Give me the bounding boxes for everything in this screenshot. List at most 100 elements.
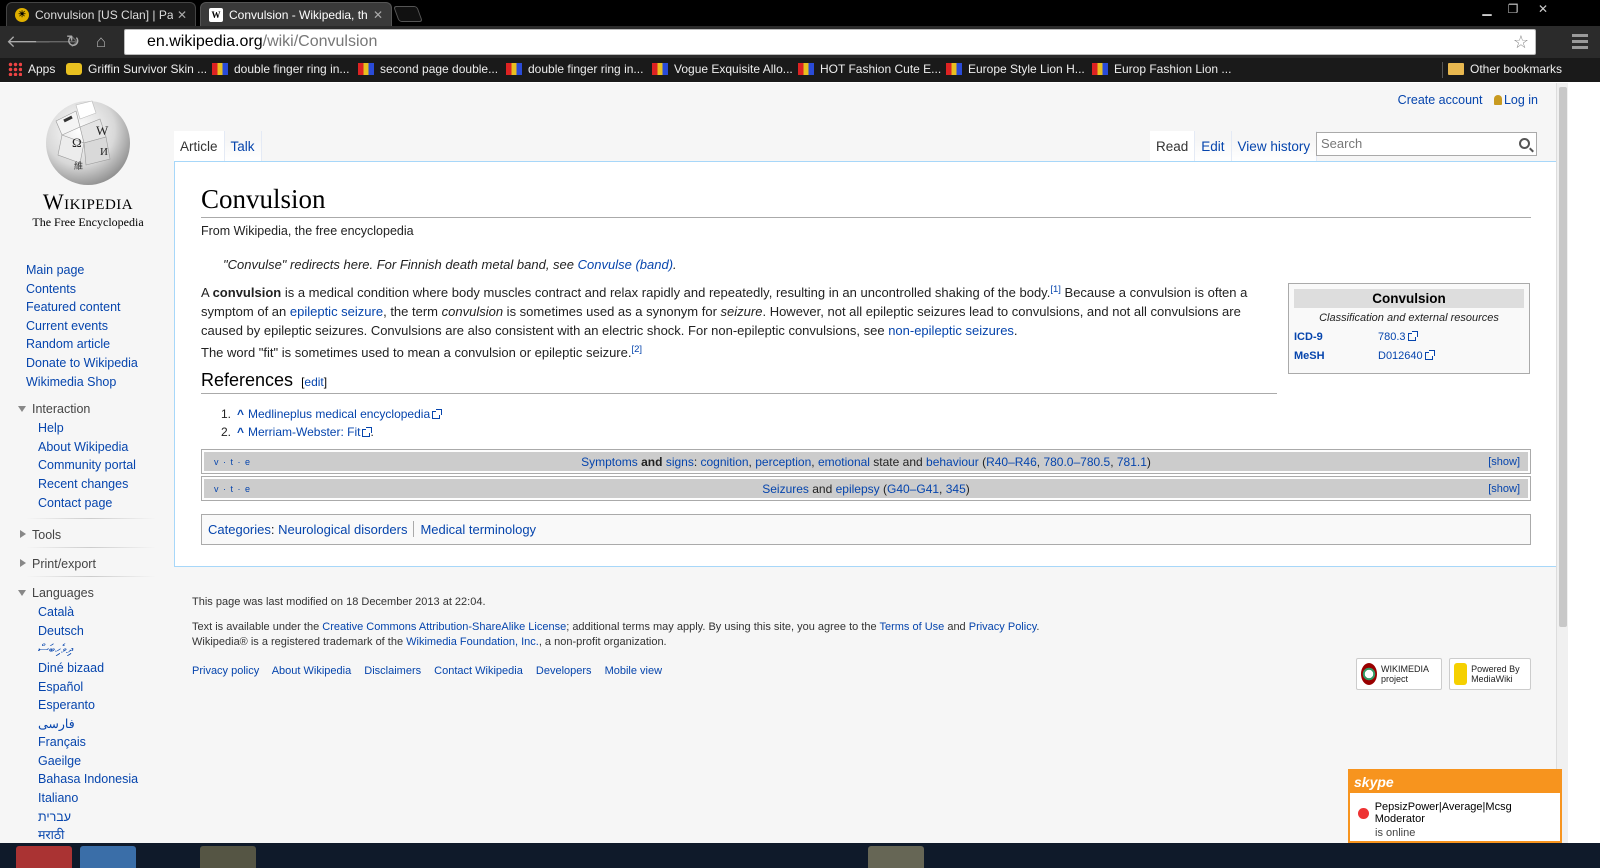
portal-interaction-toggle[interactable]: Interaction	[18, 399, 156, 419]
sidebar-item-random[interactable]: Random article	[26, 335, 156, 354]
wikipedia-logo[interactable]: W Ω И 維 Wikipedia The Free Encyclopedia	[20, 97, 156, 237]
edit-section-link[interactable]: [edit]	[301, 375, 327, 389]
citation-1[interactable]: [1]	[1050, 284, 1061, 295]
sidebar-item-help[interactable]: Help	[38, 419, 156, 438]
bookmark-apps[interactable]: Apps	[8, 62, 55, 76]
restore-icon[interactable]: ❐	[1500, 0, 1526, 18]
backlink-caret[interactable]: ^	[237, 407, 244, 421]
bookmark-item[interactable]: Vogue Exquisite Allo...	[652, 62, 793, 76]
footer-privacy-policy[interactable]: Privacy policy	[192, 665, 259, 677]
language-link[interactable]: Español	[38, 678, 156, 697]
login-link[interactable]: Log in	[1504, 93, 1538, 107]
taskbar-button[interactable]	[80, 846, 136, 868]
language-link[interactable]: עברית	[38, 808, 156, 827]
mesh-value-link[interactable]: D012640	[1378, 350, 1435, 362]
convulse-band-link[interactable]: Convulse (band)	[578, 257, 673, 272]
search-icon[interactable]	[1519, 138, 1530, 149]
sidebar-item-contact[interactable]: Contact page	[38, 494, 156, 513]
language-link[interactable]: Esperanto	[38, 696, 156, 715]
bookmark-item[interactable]: Europ Fashion Lion ...	[1092, 62, 1231, 76]
footer-contact[interactable]: Contact Wikipedia	[434, 665, 523, 677]
sidebar-item-main-page[interactable]: Main page	[26, 261, 156, 280]
language-link[interactable]: Diné bizaad	[38, 659, 156, 678]
sidebar-item-current-events[interactable]: Current events	[26, 317, 156, 336]
icd9-link[interactable]: ICD-9	[1294, 331, 1378, 343]
footer-disclaimers[interactable]: Disclaimers	[364, 665, 421, 677]
footer-mobile-view[interactable]: Mobile view	[605, 665, 662, 677]
sidebar-item-featured[interactable]: Featured content	[26, 298, 156, 317]
skype-notification[interactable]: skype PepsizPower|Average|Mcsg Moderator…	[1348, 769, 1562, 843]
footer-developers[interactable]: Developers	[536, 665, 592, 677]
reference-link[interactable]: Medlineplus medical encyclopedia	[248, 407, 430, 421]
new-tab-button[interactable]	[393, 6, 423, 22]
tab-convulsion-clan[interactable]: ☀ Convulsion [US Clan] | Pa ✕	[6, 2, 196, 26]
icd9-value-link[interactable]: 780.3	[1378, 331, 1418, 343]
language-link[interactable]: Français	[38, 733, 156, 752]
bookmark-star-icon[interactable]: ☆	[1513, 30, 1529, 54]
scrollbar-thumb[interactable]	[1559, 87, 1567, 627]
privacy-link[interactable]: Privacy Policy	[969, 621, 1037, 633]
backlink-caret[interactable]: ^	[237, 425, 244, 439]
sidebar-item-shop[interactable]: Wikimedia Shop	[26, 373, 156, 392]
bookmark-item[interactable]: double finger ring in...	[212, 62, 349, 76]
bookmark-item[interactable]: HOT Fashion Cute E...	[798, 62, 941, 76]
bookmark-item[interactable]: Griffin Survivor Skin ...	[66, 62, 207, 76]
category-link[interactable]: Medical terminology	[420, 522, 536, 537]
language-link[interactable]: Gaeilge	[38, 752, 156, 771]
home-icon[interactable]: ⌂	[90, 31, 112, 53]
portal-languages-toggle[interactable]: Languages	[18, 583, 156, 603]
vte-links[interactable]: v · t · e	[214, 457, 251, 467]
forward-icon[interactable]: 🡒	[34, 31, 80, 53]
show-toggle[interactable]: [show]	[1488, 483, 1520, 495]
mediawiki-badge[interactable]: Powered By MediaWiki	[1449, 658, 1531, 690]
minimize-icon[interactable]: ▁	[1474, 0, 1500, 18]
tab-talk[interactable]: Talk	[224, 131, 262, 161]
language-link[interactable]: Català	[38, 603, 156, 622]
bookmark-item[interactable]: Europe Style Lion H...	[946, 62, 1085, 76]
language-link[interactable]: ދިވެހިބަސް	[38, 640, 156, 659]
search-input[interactable]: Search	[1316, 132, 1537, 156]
categories-label[interactable]: Categories	[208, 522, 271, 537]
sidebar-item-community[interactable]: Community portal	[38, 456, 156, 475]
taskbar-button[interactable]	[868, 846, 924, 868]
non-epileptic-seizures-link[interactable]: non-epileptic seizures	[888, 323, 1014, 338]
terms-link[interactable]: Terms of Use	[879, 621, 944, 633]
epileptic-seizure-link[interactable]: epileptic seizure	[290, 304, 383, 319]
tab-read[interactable]: Read	[1150, 131, 1196, 161]
tab-wikipedia[interactable]: W Convulsion - Wikipedia, th ✕	[200, 2, 392, 26]
reload-icon[interactable]: ↻	[62, 31, 84, 53]
bookmark-item[interactable]: double finger ring in...	[506, 62, 643, 76]
citation-2[interactable]: [2]	[631, 344, 642, 355]
mesh-link[interactable]: MeSH	[1294, 350, 1378, 362]
sidebar-item-recent-changes[interactable]: Recent changes	[38, 475, 156, 494]
sidebar-item-about[interactable]: About Wikipedia	[38, 438, 156, 457]
footer-about[interactable]: About Wikipedia	[272, 665, 352, 677]
wikimedia-project-badge[interactable]: WIKIMEDIA project	[1356, 658, 1442, 690]
sidebar-item-contents[interactable]: Contents	[26, 280, 156, 299]
scrollbar[interactable]	[1556, 83, 1568, 868]
back-icon[interactable]: 🡐	[6, 31, 52, 53]
tab-article[interactable]: Article	[174, 131, 225, 161]
cc-license-link[interactable]: Creative Commons Attribution-ShareAlike …	[322, 621, 566, 633]
vte-links[interactable]: v · t · e	[214, 484, 251, 494]
other-bookmarks[interactable]: Other bookmarks	[1448, 62, 1562, 76]
language-link[interactable]: Italiano	[38, 789, 156, 808]
tab-edit[interactable]: Edit	[1195, 131, 1232, 161]
close-window-icon[interactable]: ✕	[1530, 0, 1556, 18]
language-link[interactable]: Deutsch	[38, 622, 156, 641]
close-tab-icon[interactable]: ✕	[373, 8, 383, 22]
address-bar[interactable]: en.wikipedia.org/wiki/Convulsion ☆	[124, 29, 1536, 55]
tab-view-history[interactable]: View history	[1231, 131, 1318, 161]
taskbar-button[interactable]	[16, 846, 72, 868]
close-tab-icon[interactable]: ✕	[177, 8, 187, 22]
sidebar-item-donate[interactable]: Donate to Wikipedia	[26, 354, 156, 373]
portal-printexport-toggle[interactable]: Print/export	[20, 554, 156, 574]
show-toggle[interactable]: [show]	[1488, 456, 1520, 468]
foundation-link[interactable]: Wikimedia Foundation, Inc.	[406, 636, 539, 648]
portal-tools-toggle[interactable]: Tools	[20, 525, 156, 545]
category-link[interactable]: Neurological disorders	[278, 522, 407, 537]
reference-link[interactable]: Merriam-Webster: Fit	[248, 425, 360, 439]
create-account-link[interactable]: Create account	[1398, 93, 1483, 107]
language-link[interactable]: فارسی	[38, 715, 156, 734]
bookmark-item[interactable]: second page double...	[358, 62, 498, 76]
